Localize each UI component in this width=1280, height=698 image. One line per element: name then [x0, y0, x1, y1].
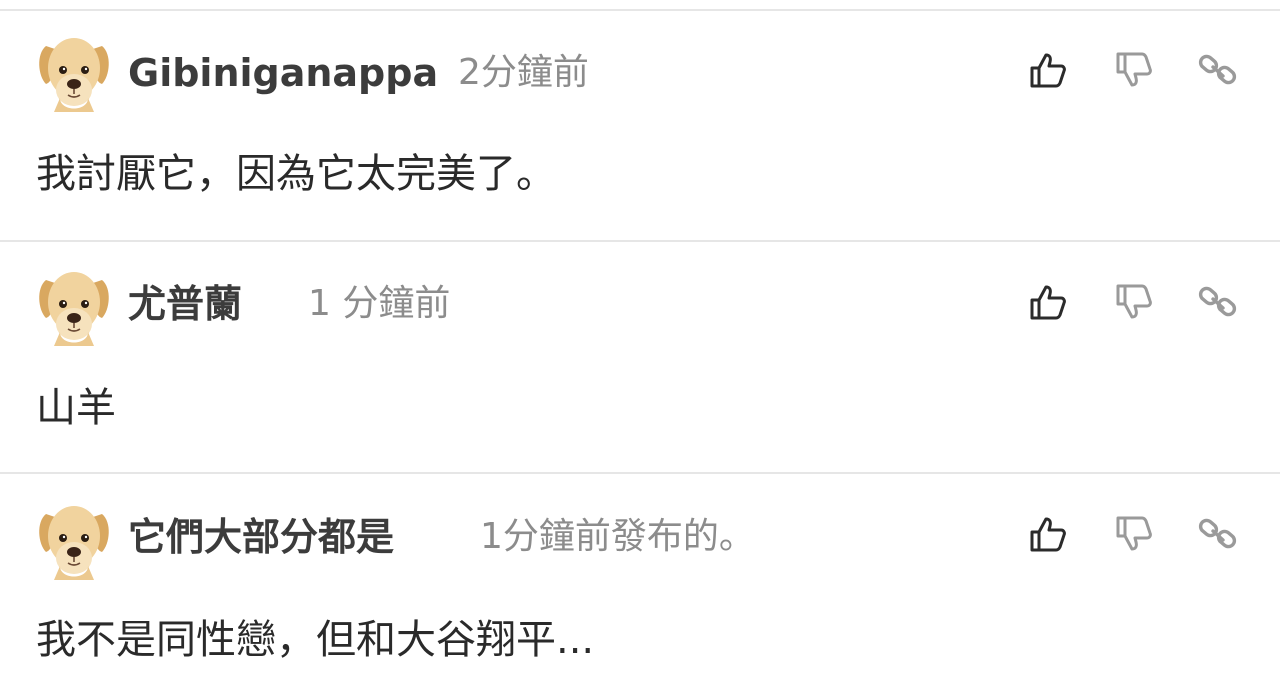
comment-item: 它們大部分都是 1分鐘前發布的。 我不是同性戀，但和大谷翔平... — [0, 474, 1280, 698]
thumbs-down-icon[interactable] — [1114, 282, 1154, 322]
comment-timestamp: 2分鐘前 — [458, 52, 589, 93]
comment-item: Gibiniganappa 2分鐘前 我討厭它，因為它太完美了。 — [0, 0, 1280, 242]
thumbs-up-icon[interactable] — [1028, 514, 1068, 554]
comment-body: 山羊 — [36, 385, 116, 431]
puppy-avatar-icon[interactable] — [36, 266, 112, 346]
thumbs-down-icon[interactable] — [1114, 514, 1154, 554]
comment-username[interactable]: 它們大部分都是 — [128, 518, 394, 556]
comment-username[interactable]: Gibiniganappa — [128, 54, 438, 92]
puppy-avatar-icon[interactable] — [36, 500, 112, 580]
link-icon[interactable] — [1198, 514, 1238, 554]
puppy-avatar-icon[interactable] — [36, 32, 112, 112]
thumbs-up-icon[interactable] — [1028, 50, 1068, 90]
comment-body: 我不是同性戀，但和大谷翔平... — [36, 617, 595, 663]
link-icon[interactable] — [1198, 282, 1238, 322]
thumbs-down-icon[interactable] — [1114, 50, 1154, 90]
thumbs-up-icon[interactable] — [1028, 282, 1068, 322]
comment-item: 尤普蘭 1 分鐘前 山羊 — [0, 242, 1280, 474]
comment-username[interactable]: 尤普蘭 — [128, 285, 242, 323]
comment-timestamp: 1分鐘前發布的。 — [480, 516, 755, 557]
link-icon[interactable] — [1198, 50, 1238, 90]
comment-body: 我討厭它，因為它太完美了。 — [36, 151, 556, 197]
comment-timestamp: 1 分鐘前 — [308, 283, 451, 324]
